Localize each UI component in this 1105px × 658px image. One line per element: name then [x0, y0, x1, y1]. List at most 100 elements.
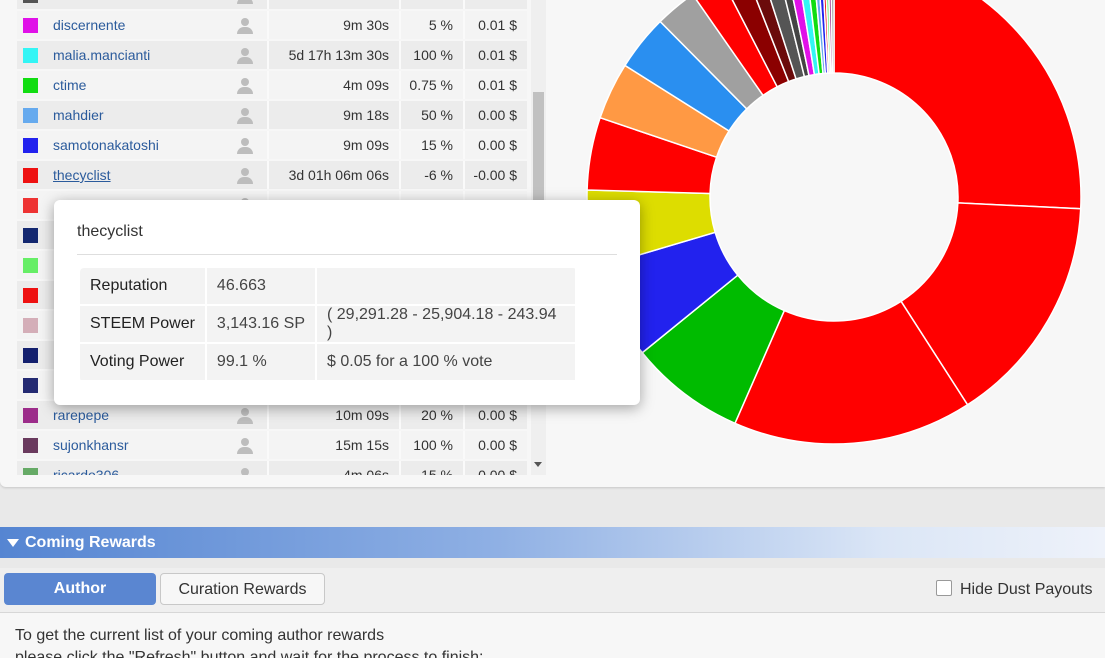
voter-name-link[interactable]: ctime [53, 77, 86, 93]
vote-percent: 0.75 % [401, 71, 465, 99]
section-title: Coming Rewards [25, 534, 156, 551]
user-profile-icon[interactable] [237, 137, 253, 154]
collapse-triangle-icon[interactable] [7, 538, 19, 547]
donut-slice[interactable] [833, 0, 1082, 210]
voter-name-cell: malia.mancianti [43, 41, 223, 69]
hide-dust-toggle[interactable]: Hide Dust Payouts [936, 580, 1093, 599]
user-profile-icon[interactable] [237, 407, 253, 424]
color-swatch [22, 288, 38, 304]
voter-color-swatch [17, 281, 43, 309]
color-swatch [22, 138, 38, 154]
voter-name-link[interactable]: mahdier [53, 107, 104, 123]
vote-percent: 5 % [401, 11, 465, 39]
voter-row: ricardo306 4m 06s 15 % 0.00 $ [17, 461, 527, 475]
tooltip-label: Voting Power [80, 344, 207, 382]
voter-name-link[interactable]: samotonakatoshi [53, 137, 159, 153]
vote-value: 0.00 $ [465, 461, 527, 475]
color-swatch [22, 258, 38, 274]
voter-color-swatch [17, 371, 43, 399]
voter-row: thecyclist 3d 01h 06m 06s -6 % -0.00 $ [17, 161, 527, 189]
vote-percent: 20 % [401, 401, 465, 429]
voter-name-cell: discernente [43, 11, 223, 39]
instructions-line-1: To get the current list of your coming a… [15, 627, 385, 644]
user-profile-icon[interactable] [237, 167, 253, 184]
voter-name-cell: thecyclist [43, 161, 223, 189]
voter-name-cell: ctime [43, 71, 223, 99]
vote-percent: 15 % [401, 131, 465, 159]
user-profile-icon[interactable] [237, 0, 253, 4]
voter-name-cell: rarepepe [43, 401, 223, 429]
voter-row: discernente 9m 30s 5 % 0.01 $ [17, 11, 527, 39]
voter-name-cell: sujonkhansr [43, 431, 223, 459]
voter-name-cell: samotonakatoshi [43, 131, 223, 159]
vote-value: 0.01 $ [465, 41, 527, 69]
voter-row: samotonakatoshi 9m 09s 15 % 0.00 $ [17, 131, 527, 159]
voter-profile-cell [223, 401, 269, 429]
tooltip-row-reputation: Reputation 46.663 [80, 268, 577, 306]
vote-value: 0.00 $ [465, 131, 527, 159]
user-profile-icon[interactable] [237, 437, 253, 454]
voter-tooltip: thecyclist Reputation 46.663 STEEM Power… [54, 200, 640, 405]
tooltip-value: 3,143.16 SP [206, 306, 317, 344]
hide-dust-checkbox[interactable] [936, 580, 952, 596]
vote-time: 10m 09s [269, 401, 401, 429]
user-profile-icon[interactable] [237, 47, 253, 64]
voter-profile-cell [223, 131, 269, 159]
hide-dust-label: Hide Dust Payouts [960, 581, 1093, 598]
voter-name-link[interactable]: discernente [53, 17, 125, 33]
scrollbar-thumb[interactable] [533, 92, 544, 202]
vote-time [269, 0, 401, 9]
voter-color-swatch [17, 251, 43, 279]
tooltip-value: 46.663 [206, 268, 317, 306]
user-profile-icon[interactable] [237, 77, 253, 94]
color-swatch [22, 48, 38, 64]
tooltip-divider [77, 254, 617, 255]
color-swatch [22, 378, 38, 394]
vote-time: 4m 06s [269, 461, 401, 475]
user-profile-icon[interactable] [237, 467, 253, 475]
vote-time: 9m 09s [269, 131, 401, 159]
color-swatch [22, 348, 38, 364]
rewards-tabs: Author Rewards Curation Rewards Hide Dus… [0, 568, 1105, 629]
voter-color-swatch [17, 221, 43, 249]
voter-name-link[interactable]: malia.mancianti [53, 47, 150, 63]
coming-rewards-header[interactable]: Coming Rewards [0, 527, 1105, 558]
user-profile-icon[interactable] [237, 17, 253, 34]
tooltip-value: 99.1 % [206, 344, 317, 382]
tooltip-extra: $ 0.05 for a 100 % vote [317, 344, 577, 382]
tab-author-rewards[interactable]: Author Rewards [4, 573, 156, 629]
tooltip-extra: ( 29,291.28 - 25,904.18 - 243.94 ) [317, 306, 577, 344]
color-swatch [22, 198, 38, 214]
voter-name-cell [43, 0, 223, 9]
voter-name-link[interactable]: rarepepe [53, 407, 109, 423]
voter-name-link[interactable]: thecyclist [53, 167, 111, 183]
vote-time: 9m 30s [269, 11, 401, 39]
voter-color-swatch [17, 11, 43, 39]
tab-curation-rewards[interactable]: Curation Rewards [160, 573, 325, 605]
scroll-down-arrow-icon[interactable] [534, 462, 542, 467]
voter-name-link[interactable]: sujonkhansr [53, 437, 129, 453]
vote-value: 0.00 $ [465, 431, 527, 459]
voter-name-link[interactable]: ricardo306 [53, 467, 119, 475]
vote-percent: 15 % [401, 461, 465, 475]
tooltip-row-steem-power: STEEM Power 3,143.16 SP ( 29,291.28 - 25… [80, 306, 577, 344]
vote-value: 0.01 $ [465, 11, 527, 39]
color-swatch [22, 108, 38, 124]
tooltip-row-voting-power: Voting Power 99.1 % $ 0.05 for a 100 % v… [80, 344, 577, 382]
voter-color-swatch [17, 431, 43, 459]
voter-name-cell: mahdier [43, 101, 223, 129]
vote-time: 9m 18s [269, 101, 401, 129]
color-swatch [22, 18, 38, 34]
voter-profile-cell [223, 161, 269, 189]
voter-row: malia.mancianti 5d 17h 13m 30s 100 % 0.01 $ [17, 41, 527, 69]
color-swatch [22, 168, 38, 184]
tooltip-title: thecyclist [77, 223, 143, 240]
voter-color-swatch [17, 0, 43, 9]
user-profile-icon[interactable] [237, 107, 253, 124]
voter-profile-cell [223, 101, 269, 129]
voter-profile-cell [223, 0, 269, 9]
voter-profile-cell [223, 41, 269, 69]
voter-color-swatch [17, 71, 43, 99]
vote-percent: 50 % [401, 101, 465, 129]
voter-profile-cell [223, 431, 269, 459]
